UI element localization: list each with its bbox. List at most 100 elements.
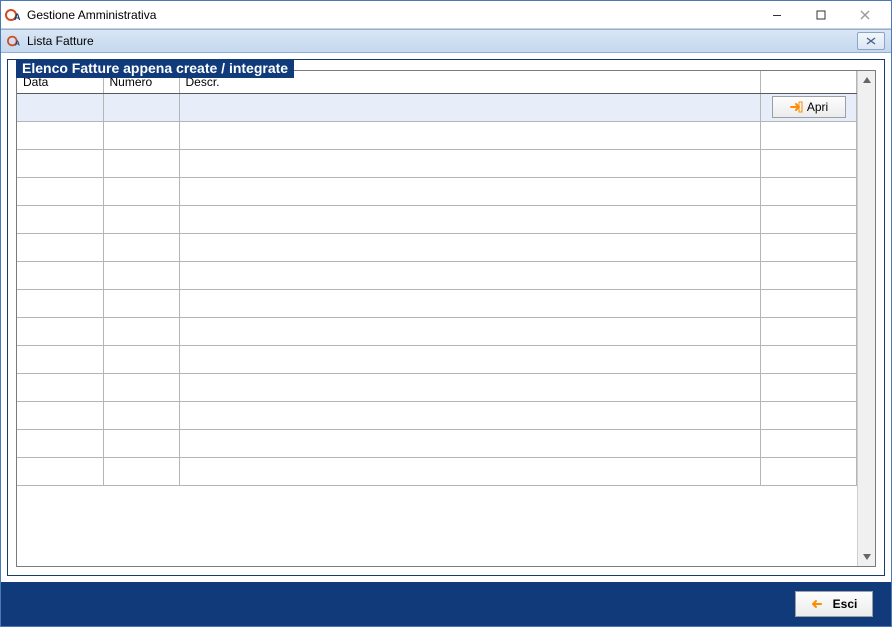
table-row[interactable] xyxy=(17,401,857,429)
cell-descr[interactable] xyxy=(179,345,761,373)
cell-action xyxy=(761,233,857,261)
cell-data[interactable] xyxy=(17,149,103,177)
cell-action xyxy=(761,429,857,457)
child-close-button[interactable] xyxy=(857,32,885,50)
table-row[interactable] xyxy=(17,177,857,205)
cell-data[interactable] xyxy=(17,345,103,373)
cell-numero[interactable] xyxy=(103,261,179,289)
content-area: Elenco Fatture appena create / integrate… xyxy=(1,53,891,582)
open-button-label: Apri xyxy=(807,100,828,114)
cell-data[interactable] xyxy=(17,177,103,205)
cell-action xyxy=(761,177,857,205)
cell-data[interactable] xyxy=(17,401,103,429)
table-row[interactable]: Apri xyxy=(17,93,857,121)
cell-numero[interactable] xyxy=(103,149,179,177)
table-row[interactable] xyxy=(17,373,857,401)
cell-action: Apri xyxy=(761,93,857,121)
cell-action xyxy=(761,121,857,149)
titlebar-outer: A Gestione Amministrativa xyxy=(1,1,891,29)
cell-descr[interactable] xyxy=(179,233,761,261)
exit-button[interactable]: Esci xyxy=(795,591,873,617)
table-row[interactable] xyxy=(17,261,857,289)
open-button[interactable]: Apri xyxy=(772,96,846,118)
cell-numero[interactable] xyxy=(103,345,179,373)
group-legend: Elenco Fatture appena create / integrate xyxy=(16,59,294,78)
cell-descr[interactable] xyxy=(179,93,761,121)
exit-arrow-icon xyxy=(811,598,827,610)
cell-data[interactable] xyxy=(17,261,103,289)
svg-text:A: A xyxy=(15,40,20,47)
child-window-title: Lista Fatture xyxy=(27,34,94,48)
cell-action xyxy=(761,149,857,177)
cell-action xyxy=(761,289,857,317)
table-row[interactable] xyxy=(17,121,857,149)
cell-numero[interactable] xyxy=(103,233,179,261)
cell-data[interactable] xyxy=(17,373,103,401)
cell-data[interactable] xyxy=(17,289,103,317)
close-button[interactable] xyxy=(843,2,887,28)
cell-action xyxy=(761,261,857,289)
scroll-down-icon[interactable] xyxy=(860,550,874,564)
cell-numero[interactable] xyxy=(103,429,179,457)
cell-descr[interactable] xyxy=(179,205,761,233)
cell-numero[interactable] xyxy=(103,401,179,429)
cell-action xyxy=(761,457,857,485)
cell-descr[interactable] xyxy=(179,317,761,345)
cell-data[interactable] xyxy=(17,457,103,485)
cell-numero[interactable] xyxy=(103,121,179,149)
cell-descr[interactable] xyxy=(179,289,761,317)
cell-descr[interactable] xyxy=(179,149,761,177)
exit-button-label: Esci xyxy=(833,597,858,611)
cell-data[interactable] xyxy=(17,205,103,233)
cell-descr[interactable] xyxy=(179,429,761,457)
table-row[interactable] xyxy=(17,233,857,261)
cell-data[interactable] xyxy=(17,429,103,457)
maximize-button[interactable] xyxy=(799,2,843,28)
child-window-icon: A xyxy=(7,34,21,48)
cell-numero[interactable] xyxy=(103,205,179,233)
table-row[interactable] xyxy=(17,149,857,177)
invoices-groupbox: Elenco Fatture appena create / integrate… xyxy=(7,59,885,576)
footer-bar: Esci xyxy=(1,582,891,626)
cell-action xyxy=(761,317,857,345)
table-row[interactable] xyxy=(17,345,857,373)
col-header-action xyxy=(761,71,857,93)
invoices-grid[interactable]: Data Numero Descr. Apri xyxy=(17,71,857,486)
app-icon: A xyxy=(5,7,21,23)
cell-numero[interactable] xyxy=(103,373,179,401)
cell-descr[interactable] xyxy=(179,261,761,289)
table-row[interactable] xyxy=(17,317,857,345)
cell-action xyxy=(761,345,857,373)
cell-numero[interactable] xyxy=(103,93,179,121)
table-row[interactable] xyxy=(17,205,857,233)
cell-descr[interactable] xyxy=(179,401,761,429)
cell-action xyxy=(761,205,857,233)
window-title: Gestione Amministrativa xyxy=(27,8,156,22)
cell-numero[interactable] xyxy=(103,457,179,485)
grid-vertical-scrollbar[interactable] xyxy=(857,71,875,566)
table-row[interactable] xyxy=(17,429,857,457)
cell-numero[interactable] xyxy=(103,289,179,317)
cell-action xyxy=(761,401,857,429)
cell-action xyxy=(761,373,857,401)
cell-descr[interactable] xyxy=(179,373,761,401)
cell-descr[interactable] xyxy=(179,457,761,485)
titlebar-inner: A Lista Fatture xyxy=(1,29,891,53)
cell-numero[interactable] xyxy=(103,317,179,345)
cell-data[interactable] xyxy=(17,317,103,345)
cell-data[interactable] xyxy=(17,121,103,149)
outer-window: A Gestione Amministrativa A Lista Fattur… xyxy=(0,0,892,627)
grid-container: Data Numero Descr. Apri xyxy=(16,70,876,567)
cell-data[interactable] xyxy=(17,93,103,121)
scroll-up-icon[interactable] xyxy=(860,73,874,87)
cell-numero[interactable] xyxy=(103,177,179,205)
cell-data[interactable] xyxy=(17,233,103,261)
cell-descr[interactable] xyxy=(179,121,761,149)
table-row[interactable] xyxy=(17,289,857,317)
minimize-button[interactable] xyxy=(755,2,799,28)
table-row[interactable] xyxy=(17,457,857,485)
open-arrow-icon xyxy=(789,101,803,113)
cell-descr[interactable] xyxy=(179,177,761,205)
grid-scroll-region: Data Numero Descr. Apri xyxy=(17,71,857,566)
svg-text:A: A xyxy=(14,12,21,22)
